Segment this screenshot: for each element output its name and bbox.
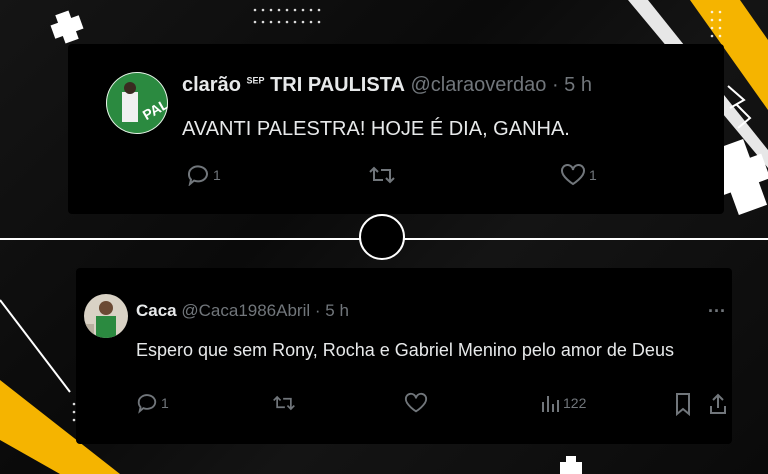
- avatar[interactable]: [84, 294, 128, 338]
- view-count: 122: [563, 395, 587, 411]
- display-name[interactable]: Caca: [136, 301, 177, 320]
- reply-button[interactable]: 1: [136, 392, 169, 414]
- tweet-text: AVANTI PALESTRA! HOJE É DIA, GANHA.: [182, 118, 570, 140]
- timestamp[interactable]: · 5 h: [315, 301, 349, 320]
- retweet-button[interactable]: [368, 164, 396, 186]
- sep-badge: SEP: [246, 75, 265, 86]
- tweet-text: Espero que sem Rony, Rocha e Gabriel Men…: [136, 340, 674, 360]
- heart-icon: [561, 164, 585, 186]
- avatar[interactable]: PAL: [106, 72, 168, 134]
- display-name-suffix[interactable]: TRI PAULISTA: [270, 74, 405, 96]
- heart-icon: [404, 392, 428, 413]
- display-name[interactable]: clarão: [182, 74, 241, 96]
- retweet-icon: [273, 395, 295, 411]
- views-button[interactable]: 122: [540, 392, 586, 414]
- tweet-header: Caca @Caca1986Abril · 5 h: [136, 301, 349, 321]
- reply-icon: [187, 165, 208, 186]
- timestamp[interactable]: · 5 h: [552, 74, 592, 96]
- more-options-button[interactable]: ...: [708, 296, 726, 317]
- views-chart-icon: [542, 396, 559, 412]
- reply-count: 1: [161, 395, 169, 411]
- reply-button[interactable]: 1: [186, 164, 221, 186]
- handle[interactable]: @Caca1986Abril: [181, 301, 310, 320]
- retweet-button[interactable]: [272, 392, 296, 414]
- tweet-card-1[interactable]: PAL clarão SEP TRI PAULISTA @claraoverda…: [68, 44, 724, 214]
- retweet-icon: [369, 166, 395, 184]
- bookmark-button[interactable]: [674, 392, 692, 416]
- divider-circle: [359, 214, 405, 260]
- like-button[interactable]: [404, 392, 428, 414]
- tweet-header: clarão SEP TRI PAULISTA @claraoverdao · …: [182, 74, 592, 97]
- avatar-image: PAL: [106, 72, 168, 134]
- avatar-image: [84, 294, 128, 338]
- bookmark-icon: [676, 393, 690, 416]
- reply-count: 1: [213, 167, 221, 183]
- reply-icon: [137, 394, 157, 414]
- share-icon: [710, 393, 726, 414]
- tweet-card-2[interactable]: Caca @Caca1986Abril · 5 h ... Espero que…: [76, 268, 732, 444]
- like-button[interactable]: 1: [560, 164, 597, 186]
- like-count: 1: [589, 167, 597, 183]
- handle[interactable]: @claraoverdao: [410, 74, 546, 96]
- share-button[interactable]: [708, 392, 728, 416]
